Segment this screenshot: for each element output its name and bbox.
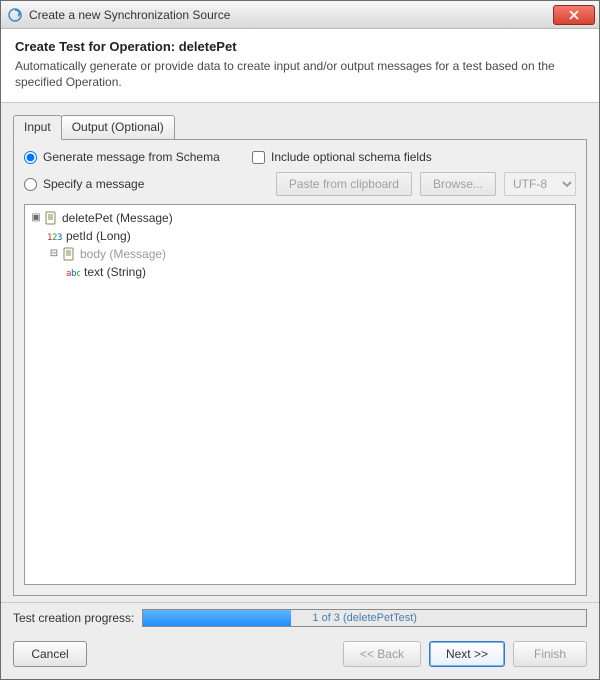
tree-node-label: deletePet (Message) — [62, 209, 173, 227]
browse-button[interactable]: Browse... — [420, 172, 496, 196]
encoding-select[interactable]: UTF-8 — [504, 172, 576, 196]
message-icon — [61, 246, 77, 262]
progress-row: Test creation progress: 1 of 3 (deletePe… — [1, 602, 599, 633]
radio-generate-input[interactable] — [24, 151, 37, 164]
header-description: Automatically generate or provide data t… — [15, 58, 575, 90]
tree-node-body[interactable]: ⊟ body (Message) — [29, 245, 571, 263]
progress-label: Test creation progress: — [13, 611, 134, 625]
dialog-body: Input Output (Optional) Generate message… — [1, 103, 599, 602]
title-bar: Create a new Synchronization Source — [1, 1, 599, 29]
dialog-footer: Cancel << Back Next >> Finish — [1, 633, 599, 679]
checkbox-include-optional-label: Include optional schema fields — [271, 150, 432, 164]
tree-expander-icon[interactable]: ⊟ — [47, 245, 61, 263]
tree-node-label: text (String) — [84, 263, 146, 281]
radio-generate-from-schema[interactable]: Generate message from Schema — [24, 150, 244, 164]
progress-bar: 1 of 3 (deletePetTest) — [142, 609, 587, 627]
radio-generate-label: Generate message from Schema — [43, 150, 220, 164]
tab-panel-input: Generate message from Schema Include opt… — [13, 139, 587, 596]
progress-text: 1 of 3 (deletePetTest) — [143, 610, 586, 626]
dialog-window: Create a new Synchronization Source Crea… — [0, 0, 600, 680]
app-icon — [7, 7, 23, 23]
svg-text:c: c — [76, 269, 80, 278]
svg-text:3: 3 — [57, 233, 62, 242]
paste-from-clipboard-button[interactable]: Paste from clipboard — [276, 172, 412, 196]
schema-tree[interactable]: ▣ deletePet (Message) 123 petId (Long) ⊟ — [24, 204, 576, 585]
checkbox-include-optional[interactable]: Include optional schema fields — [252, 150, 432, 164]
message-icon — [43, 210, 59, 226]
radio-specify-label: Specify a message — [43, 177, 144, 191]
finish-button[interactable]: Finish — [513, 641, 587, 667]
radio-specify-message[interactable]: Specify a message — [24, 177, 244, 191]
tree-node-label: petId (Long) — [66, 227, 131, 245]
tab-output[interactable]: Output (Optional) — [61, 115, 175, 139]
radio-specify-input[interactable] — [24, 178, 37, 191]
tree-node-text[interactable]: abc text (String) — [29, 263, 571, 281]
tree-node-petid[interactable]: 123 petId (Long) — [29, 227, 571, 245]
number-type-icon: 123 — [47, 228, 63, 244]
back-button[interactable]: << Back — [343, 641, 421, 667]
checkbox-include-optional-input[interactable] — [252, 151, 265, 164]
string-type-icon: abc — [65, 264, 81, 280]
tree-node-label: body (Message) — [80, 245, 166, 263]
next-button[interactable]: Next >> — [429, 641, 505, 667]
dialog-header: Create Test for Operation: deletePet Aut… — [1, 29, 599, 103]
header-title: Create Test for Operation: deletePet — [15, 39, 585, 54]
window-title: Create a new Synchronization Source — [29, 8, 553, 22]
tree-node-root[interactable]: ▣ deletePet (Message) — [29, 209, 571, 227]
window-close-button[interactable] — [553, 5, 595, 25]
tree-expander-icon[interactable]: ▣ — [29, 209, 43, 227]
tab-strip: Input Output (Optional) — [13, 115, 587, 139]
cancel-button[interactable]: Cancel — [13, 641, 87, 667]
tab-input[interactable]: Input — [13, 115, 62, 140]
